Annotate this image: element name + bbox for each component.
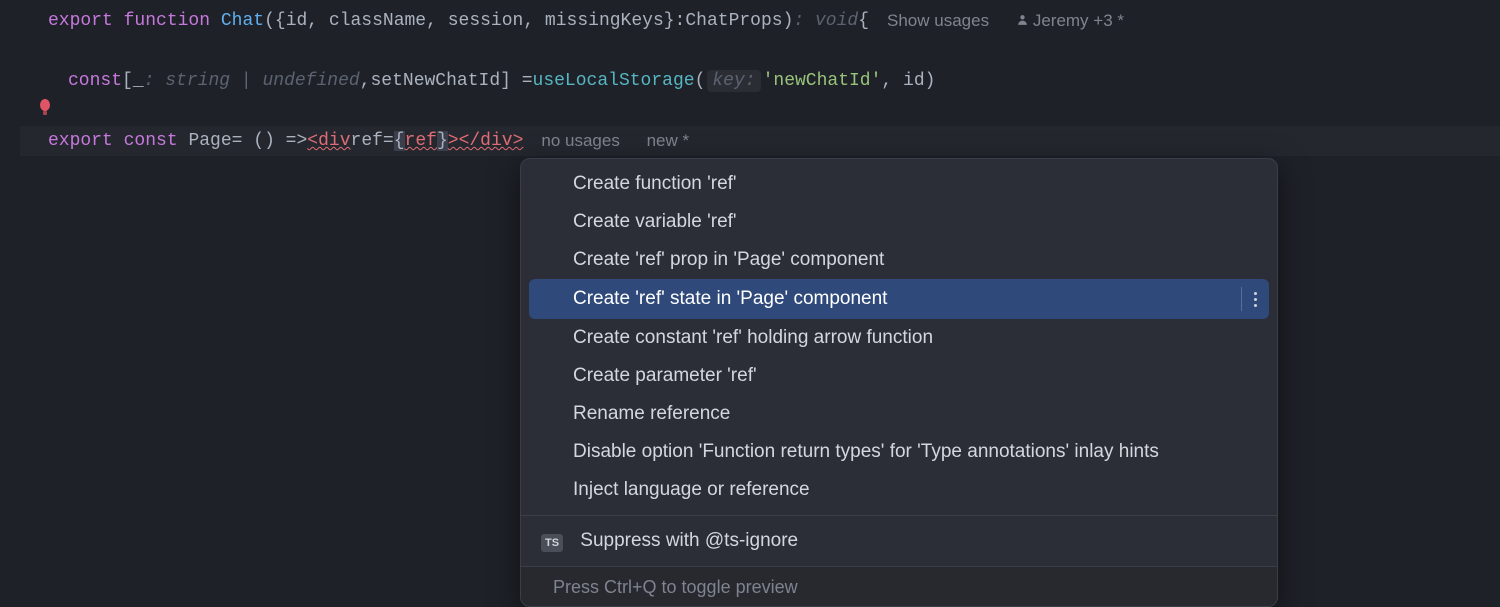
- code-line-1[interactable]: export function Chat ({ id, className, s…: [20, 6, 1500, 36]
- function-name: Chat: [221, 11, 264, 31]
- more-vert-icon: [1254, 292, 1257, 307]
- hook-call: useLocalStorage: [533, 71, 695, 91]
- popup-footer-hint: Press Ctrl+Q to toggle preview: [521, 567, 1277, 606]
- keyword-export: export: [48, 131, 113, 151]
- blank-line[interactable]: [20, 36, 1500, 66]
- paren-open: ({: [264, 11, 286, 31]
- gutter-line[interactable]: [20, 96, 1500, 126]
- code-editor[interactable]: export function Chat ({ id, className, s…: [0, 0, 1500, 156]
- bracket-open: [: [122, 71, 133, 91]
- popup-suppress-group: TS Suppress with @ts-ignore: [521, 516, 1277, 566]
- type-hint: : string | undefined: [144, 71, 360, 91]
- popup-item-create-parameter[interactable]: Create parameter 'ref': [521, 357, 1277, 395]
- return-type-hint: : void: [793, 11, 858, 31]
- jsx-close-tag: ></div>: [448, 131, 524, 151]
- popup-item-create-constant[interactable]: Create constant 'ref' holding arrow func…: [521, 319, 1277, 357]
- popup-item-create-state[interactable]: Create 'ref' state in 'Page' component: [529, 279, 1269, 319]
- close-paren: ): [783, 11, 794, 31]
- param-hint-key: key:: [707, 70, 760, 92]
- bracket-close: ] =: [500, 71, 532, 91]
- page-ident: Page: [188, 131, 231, 151]
- popup-main-group: Create function 'ref' Create variable 'r…: [521, 159, 1277, 515]
- popup-item-create-variable[interactable]: Create variable 'ref': [521, 203, 1277, 241]
- popup-item-create-prop[interactable]: Create 'ref' prop in 'Page' component: [521, 241, 1277, 279]
- person-icon: [1016, 13, 1029, 26]
- lightbulb-icon[interactable]: [38, 99, 52, 123]
- show-usages-link[interactable]: Show usages: [887, 11, 989, 30]
- keyword-function: function: [124, 11, 210, 31]
- params: id, className, session, missingKeys: [286, 11, 664, 31]
- arrow: = () =>: [232, 131, 308, 151]
- ref-error: ref: [405, 131, 437, 151]
- string-literal: 'newChatId': [763, 71, 882, 91]
- popup-item-inject-language[interactable]: Inject language or reference: [521, 471, 1277, 509]
- inline-hints: Show usages Jeremy +3 *: [887, 11, 1168, 31]
- params-close: }:: [664, 11, 686, 31]
- underscore-var: _: [133, 71, 144, 91]
- author-info[interactable]: Jeremy +3 *: [1016, 11, 1146, 30]
- keyword-const: const: [124, 131, 178, 151]
- ref-attr: ref=: [351, 131, 394, 151]
- brace-close: }: [437, 131, 448, 151]
- inline-hints-2: no usages new *: [541, 131, 711, 151]
- code-line-2[interactable]: const [ _ : string | undefined , setNewC…: [20, 66, 1500, 96]
- popup-item-more[interactable]: [1241, 287, 1257, 311]
- keyword-export: export: [48, 11, 113, 31]
- no-usages-text: no usages: [541, 131, 619, 150]
- brace-open: {: [394, 131, 405, 151]
- rest-args: , id): [881, 71, 935, 91]
- popup-item-suppress[interactable]: TS Suppress with @ts-ignore: [521, 522, 1277, 560]
- keyword-const: const: [68, 71, 122, 91]
- new-file-marker: new *: [647, 131, 690, 150]
- call-open: (: [695, 71, 706, 91]
- ts-icon: TS: [541, 534, 563, 552]
- code-line-3[interactable]: export const Page = () => <div ref= { re…: [20, 126, 1500, 156]
- setter-name: setNewChatId: [371, 71, 501, 91]
- popup-item-rename[interactable]: Rename reference: [521, 395, 1277, 433]
- comma: ,: [360, 71, 371, 91]
- quick-fix-popup[interactable]: Create function 'ref' Create variable 'r…: [520, 158, 1278, 607]
- popup-item-create-function[interactable]: Create function 'ref': [521, 165, 1277, 203]
- brace: {: [858, 11, 869, 31]
- jsx-open-tag: <div: [307, 131, 350, 151]
- props-type: ChatProps: [685, 11, 782, 31]
- popup-item-disable-hints[interactable]: Disable option 'Function return types' f…: [521, 433, 1277, 471]
